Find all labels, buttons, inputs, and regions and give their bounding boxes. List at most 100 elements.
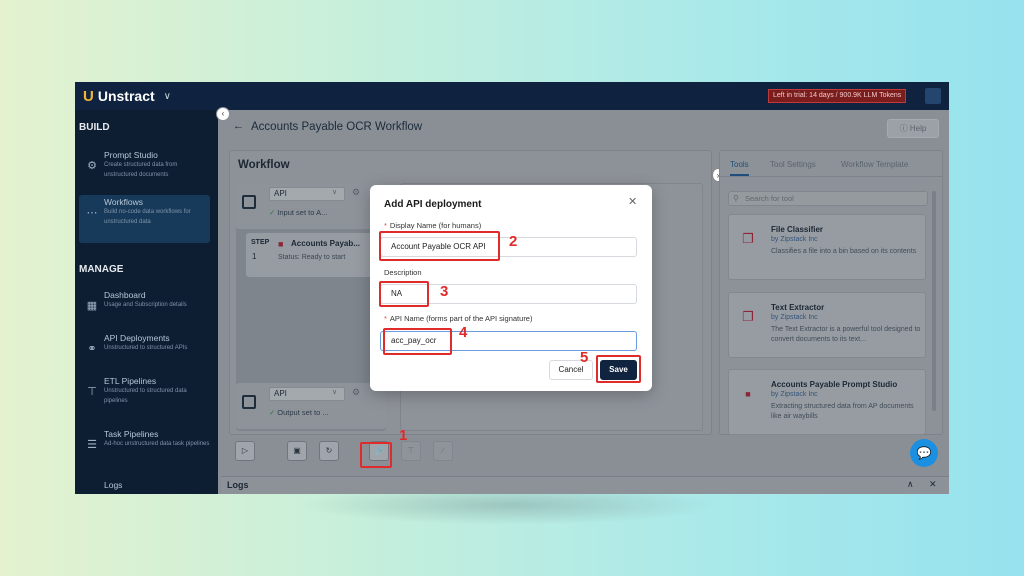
chevron-down-icon[interactable]: ∨ (164, 91, 171, 102)
tool-icon: ❐ (742, 231, 754, 246)
search-icon: ⚲ (733, 194, 739, 203)
api-icon: ⚭ (87, 343, 97, 355)
highlight-box-4 (383, 328, 452, 355)
sidebar-item-desc: Unstructured to structured data pipeline… (104, 388, 187, 404)
output-status-text: Output set to ... (277, 408, 329, 417)
step-card[interactable]: STEP 1 ■ Accounts Payab... Status: Ready… (246, 233, 386, 277)
display-name-label: * Display Name (for humans) (384, 221, 481, 230)
chat-icon[interactable]: 💬 (910, 439, 938, 467)
sidebar-item-label: API Deployments (104, 333, 170, 343)
chevron-down-icon: ∨ (332, 389, 338, 396)
sidebar-item-label: Logs (104, 480, 123, 490)
clear-cache-icon[interactable]: ▣ (287, 441, 307, 461)
edit-icon[interactable] (242, 195, 256, 209)
deploy-etl-icon[interactable]: ⊤ (401, 441, 421, 461)
app-logo-text: Unstract (97, 88, 155, 104)
check-circle-icon: ✓ (269, 208, 276, 217)
annotation-number-5: 5 (580, 349, 589, 366)
tab-tool-settings[interactable]: Tool Settings (770, 160, 816, 169)
annotation-number-4: 4 (459, 324, 468, 341)
api-name-label-text: API Name (forms part of the API signatur… (389, 314, 533, 323)
gear-icon[interactable]: ⚙ (352, 387, 360, 398)
check-circle-icon: ✓ (269, 408, 276, 417)
pipeline-icon: ⊤ (87, 386, 97, 398)
tool-author: by Zipstack Inc (771, 391, 818, 398)
history-icon[interactable]: ↻ (319, 441, 339, 461)
step-status: Status: Ready to start (278, 254, 346, 261)
tool-author: by Zipstack Inc (771, 236, 818, 243)
sidebar-item-task-pipelines[interactable]: ☰ Task Pipelines Ad-hoc unstructured dat… (75, 427, 218, 475)
api-name-label: * API Name (forms part of the API signatu… (384, 314, 532, 323)
sidebar-item-etl-pipelines[interactable]: ⊤ ETL Pipelines Unstructured to structur… (75, 374, 218, 422)
sidebar-item-label: Workflows (104, 197, 144, 207)
step-number: 1 (252, 252, 257, 261)
sidebar-item-dashboard[interactable]: ▦ Dashboard Usage and Subscription detai… (75, 288, 218, 336)
top-bar: U Unstract ∨ Left in trial: 14 days / 90… (75, 82, 949, 110)
input-status: ✓ Input set to A... (269, 208, 327, 217)
description-label: Description (384, 268, 422, 277)
sidebar-item-label: Dashboard (104, 290, 146, 300)
tool-card-text-extractor[interactable]: ❐ Text Extractor by Zipstack Inc The Tex… (728, 292, 926, 358)
tool-card-file-classifier[interactable]: ❐ File Classifier by Zipstack Inc Classi… (728, 214, 926, 280)
avatar[interactable] (925, 88, 941, 104)
chevron-up-icon[interactable]: ∧ (907, 479, 914, 490)
tool-name: Text Extractor (771, 303, 825, 312)
run-icon[interactable]: ▷ (235, 441, 255, 461)
help-button[interactable]: ⓘ Help (887, 119, 939, 138)
tools-panel: Tools Tool Settings Workflow Template ⚲ … (719, 150, 943, 435)
tool-icon: ■ (745, 389, 751, 399)
gear-icon[interactable]: ⚙ (352, 187, 360, 198)
trial-badge: Left in trial: 14 days / 900.9K LLM Toke… (768, 89, 907, 103)
sidebar-item-workflows[interactable]: ⋯ Workflows Build no-code data workflows… (79, 195, 210, 243)
workflow-title: Workflow (238, 159, 290, 171)
tool-name: Accounts Payable Prompt Studio (771, 380, 898, 389)
scrollbar[interactable] (932, 191, 936, 411)
sidebar-item-api-deployments[interactable]: ⚭ API Deployments Unstructured to struct… (75, 331, 218, 379)
output-card: API ∨ ⚙ ✓ Output set to ... (236, 383, 386, 429)
close-icon[interactable]: ✕ (929, 479, 937, 490)
tab-tools[interactable]: Tools (730, 160, 749, 176)
tool-desc: Extracting structured data from AP docum… (771, 403, 914, 420)
sidebar-item-label: Prompt Studio (104, 150, 158, 160)
tool-desc: The Text Extractor is a powerful tool de… (771, 326, 921, 343)
highlight-box-3 (379, 281, 429, 307)
required-marker: * (384, 221, 387, 230)
tool-card-accounts-payable[interactable]: ■ Accounts Payable Prompt Studio by Zips… (728, 369, 926, 435)
sidebar-item-prompt-studio[interactable]: ⚙ Prompt Studio Create structured data f… (75, 148, 218, 196)
modal-title: Add API deployment (384, 199, 482, 210)
output-status: ✓ Output set to ... (269, 408, 329, 417)
logs-bar: Logs ∧ ✕ (221, 476, 949, 494)
page-header: ← Accounts Payable OCR Workflow ⓘ Help (221, 114, 949, 140)
deploy-task-icon[interactable]: ∕ (433, 441, 453, 461)
step-name: Accounts Payab... (291, 239, 360, 248)
page-title: Accounts Payable OCR Workflow (251, 121, 423, 133)
annotation-number-1: 1 (399, 427, 408, 444)
prompt-studio-icon: ⚙ (87, 160, 97, 172)
search-placeholder: Search for tool (745, 194, 794, 203)
section-title-manage: MANAGE (79, 264, 124, 275)
sidebar-item-desc: Usage and Subscription details (104, 302, 187, 308)
tool-icon: ■ (278, 239, 284, 249)
highlight-box-1 (360, 442, 392, 468)
sidebar-item-desc: Unstructured to structured APIs (104, 345, 188, 351)
input-card: API ∨ ⚙ ✓ Input set to A... (236, 183, 386, 229)
help-label: Help (909, 124, 927, 133)
tools-tabs: Tools Tool Settings Workflow Template (720, 151, 942, 177)
sidebar-item-logs[interactable]: Logs (75, 478, 218, 494)
tab-workflow-template[interactable]: Workflow Template (841, 160, 908, 169)
workflow-steps: API ∨ ⚙ ✓ Input set to A... STEP 1 ■ Acco… (236, 183, 386, 431)
chevron-down-icon: ∨ (332, 189, 338, 196)
tool-author: by Zipstack Inc (771, 314, 818, 321)
tool-desc: Classifies a file into a bin based on it… (771, 248, 917, 255)
close-icon[interactable]: ✕ (628, 195, 637, 208)
required-marker: * (384, 314, 387, 323)
annotation-number-2: 2 (509, 233, 518, 250)
tool-icon: ❐ (742, 309, 754, 324)
sidebar-item-label: Task Pipelines (104, 429, 159, 439)
edit-icon[interactable] (242, 395, 256, 409)
section-title-build: BUILD (79, 122, 110, 133)
sidebar-item-desc: Ad-hoc unstructured data task pipelines (104, 441, 210, 447)
tool-search-input[interactable]: ⚲ Search for tool (728, 191, 928, 206)
back-arrow-icon[interactable]: ← (233, 120, 244, 132)
unstract-logo-icon: U (83, 87, 94, 105)
